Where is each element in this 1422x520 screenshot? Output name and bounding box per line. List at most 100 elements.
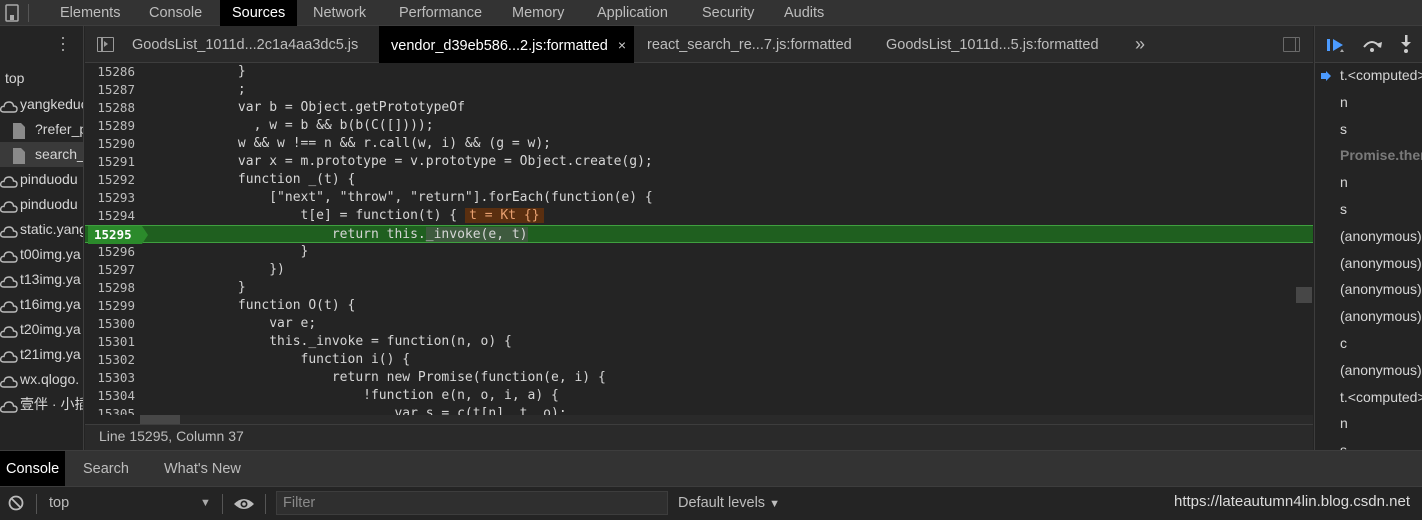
tab-performance[interactable]: Performance — [399, 0, 482, 26]
call-frame[interactable]: n — [1315, 89, 1422, 116]
call-frame[interactable]: (anonymous) — [1315, 250, 1422, 277]
log-levels-select[interactable]: Default levels ▼ — [678, 487, 780, 520]
line-number[interactable]: 15294 — [85, 207, 135, 225]
call-frame[interactable]: (anonymous) — [1315, 357, 1422, 384]
clear-console-icon[interactable] — [8, 495, 24, 511]
line-number[interactable]: 15302 — [85, 351, 135, 369]
navigator-item[interactable]: wx.qlogo. — [0, 367, 83, 392]
drawer-tab-what-s-new[interactable]: What's New — [164, 451, 241, 487]
tab-application[interactable]: Application — [597, 0, 668, 26]
line-number[interactable]: 15292 — [85, 171, 135, 189]
call-frame[interactable]: n — [1315, 169, 1422, 196]
tab-elements[interactable]: Elements — [60, 0, 120, 26]
navigator-item[interactable]: pinduodu — [0, 192, 83, 217]
drawer-tab-console[interactable]: Console — [0, 451, 66, 487]
line-number[interactable]: 15305 — [85, 405, 135, 415]
navigator-item[interactable]: ?refer_p — [0, 117, 83, 142]
tab-audits[interactable]: Audits — [784, 0, 824, 26]
line-number[interactable]: 15288 — [85, 99, 135, 117]
line-number[interactable]: 15287 — [85, 81, 135, 99]
code-line[interactable]: 15288 var b = Object.getPrototypeOf — [85, 99, 1313, 117]
toggle-navigator-icon[interactable] — [97, 37, 114, 52]
code-line[interactable]: 15293 ["next", "throw", "return"].forEac… — [85, 189, 1313, 207]
filter-input[interactable] — [276, 491, 668, 515]
toggle-debugger-icon[interactable] — [1283, 37, 1300, 52]
navigator-item[interactable]: t16img.ya — [0, 292, 83, 317]
file-tab[interactable]: vendor_d39eb586...2.js:formatted × — [379, 26, 635, 63]
tab-console[interactable]: Console — [149, 0, 202, 26]
file-tab[interactable]: GoodsList_1011d...5.js:formatted — [874, 26, 1111, 63]
breakpoint-marker[interactable]: 15295 — [88, 226, 148, 244]
navigator-item[interactable]: t00img.ya — [0, 242, 83, 267]
navigator-item[interactable]: top — [0, 66, 83, 91]
navigator-item[interactable]: static.yang — [0, 217, 83, 242]
context-select[interactable]: top — [49, 487, 69, 520]
navigator-item[interactable]: yangkeduo — [0, 92, 83, 117]
line-number[interactable]: 15299 — [85, 297, 135, 315]
code-line[interactable]: 15301 this._invoke = function(n, o) { — [85, 333, 1313, 351]
line-number[interactable]: 15301 — [85, 333, 135, 351]
navigator-item[interactable]: t21img.ya — [0, 342, 83, 367]
tab-memory[interactable]: Memory — [512, 0, 564, 26]
resume-icon[interactable] — [1325, 36, 1347, 54]
close-icon[interactable]: × — [618, 37, 626, 53]
line-number[interactable]: 15296 — [85, 243, 135, 261]
code-line[interactable]: 15294 t[e] = function(t) {t = Kt {} — [85, 207, 1313, 225]
line-number[interactable]: 15297 — [85, 261, 135, 279]
call-frame[interactable]: n — [1315, 410, 1422, 437]
line-number[interactable]: 15304 — [85, 387, 135, 405]
line-number[interactable]: 15291 — [85, 153, 135, 171]
code-line[interactable]: 15298 } — [85, 279, 1313, 297]
call-frame[interactable]: (anonymous) — [1315, 223, 1422, 250]
call-frame[interactable]: (anonymous) — [1315, 303, 1422, 330]
call-frame[interactable]: s — [1315, 116, 1422, 143]
line-number[interactable]: 15303 — [85, 369, 135, 387]
navigator-item[interactable]: t20img.ya — [0, 317, 83, 342]
chevron-down-icon[interactable]: ▼ — [200, 497, 211, 509]
eye-icon[interactable] — [233, 496, 255, 512]
vertical-scrollbar-thumb[interactable] — [1296, 287, 1312, 303]
call-frame[interactable]: t.<computed> — [1315, 384, 1422, 411]
code-line[interactable]: 15287 ; — [85, 81, 1313, 99]
tab-sources[interactable]: Sources — [220, 0, 298, 26]
line-number[interactable]: 15290 — [85, 135, 135, 153]
tab-security[interactable]: Security — [702, 0, 754, 26]
code-line[interactable]: 15300 var e; — [85, 315, 1313, 333]
tab-network[interactable]: Network — [313, 0, 366, 26]
code-line[interactable]: 15304 !function e(n, o, i, a) { — [85, 387, 1313, 405]
step-over-icon[interactable] — [1361, 36, 1383, 54]
call-frame[interactable]: s — [1315, 437, 1422, 450]
code-view[interactable]: 15286 } 15287 ; 15288 var b = Object.getPr… — [85, 63, 1313, 415]
execution-line[interactable]: 15295 return this._invoke(e, t) — [85, 225, 1313, 244]
code-line[interactable]: 15297 }) — [85, 261, 1313, 279]
call-frame[interactable]: (anonymous) — [1315, 276, 1422, 303]
code-line[interactable]: 15305 var s = c(t[n], t, o); — [85, 405, 1313, 415]
navigator-item[interactable]: pinduodu — [0, 167, 83, 192]
code-line[interactable]: 15290 w && w !== n && r.call(w, i) && (g… — [85, 135, 1313, 153]
line-number[interactable]: 15298 — [85, 279, 135, 297]
more-tabs-icon[interactable]: » — [1135, 26, 1145, 63]
code-line[interactable]: 15292 function _(t) { — [85, 171, 1313, 189]
call-frame[interactable]: t.<computed> — [1315, 62, 1422, 89]
navigator-item[interactable]: t13img.ya — [0, 267, 83, 292]
line-number[interactable]: 15300 — [85, 315, 135, 333]
code-line[interactable]: 15289 , w = b && b(b(C([]))); — [85, 117, 1313, 135]
call-frame[interactable]: c — [1315, 330, 1422, 357]
code-line[interactable]: 15291 var x = m.prototype = v.prototype … — [85, 153, 1313, 171]
drawer-tab-search[interactable]: Search — [83, 451, 129, 487]
navigator-item[interactable]: search_ — [0, 142, 83, 167]
line-number[interactable]: 15289 — [85, 117, 135, 135]
code-line[interactable]: 15302 function i() { — [85, 351, 1313, 369]
more-options-icon[interactable]: · · · — [58, 28, 68, 58]
step-into-icon[interactable] — [1397, 34, 1415, 54]
device-toggle-icon[interactable] — [2, 3, 24, 23]
file-tab[interactable]: react_search_re...7.js:formatted — [635, 26, 864, 63]
call-frame[interactable]: s — [1315, 196, 1422, 223]
code-line[interactable]: 15299 function O(t) { — [85, 297, 1313, 315]
code-line[interactable]: 15296 } — [85, 243, 1313, 261]
navigator-item[interactable]: 壹伴 · 小插 — [0, 392, 83, 417]
line-number[interactable]: 15286 — [85, 63, 135, 81]
code-line[interactable]: 15303 return new Promise(function(e, i) … — [85, 369, 1313, 387]
code-line[interactable]: 15286 } — [85, 63, 1313, 81]
file-tab[interactable]: GoodsList_1011d...2c1a4aa3dc5.js — [120, 26, 370, 63]
